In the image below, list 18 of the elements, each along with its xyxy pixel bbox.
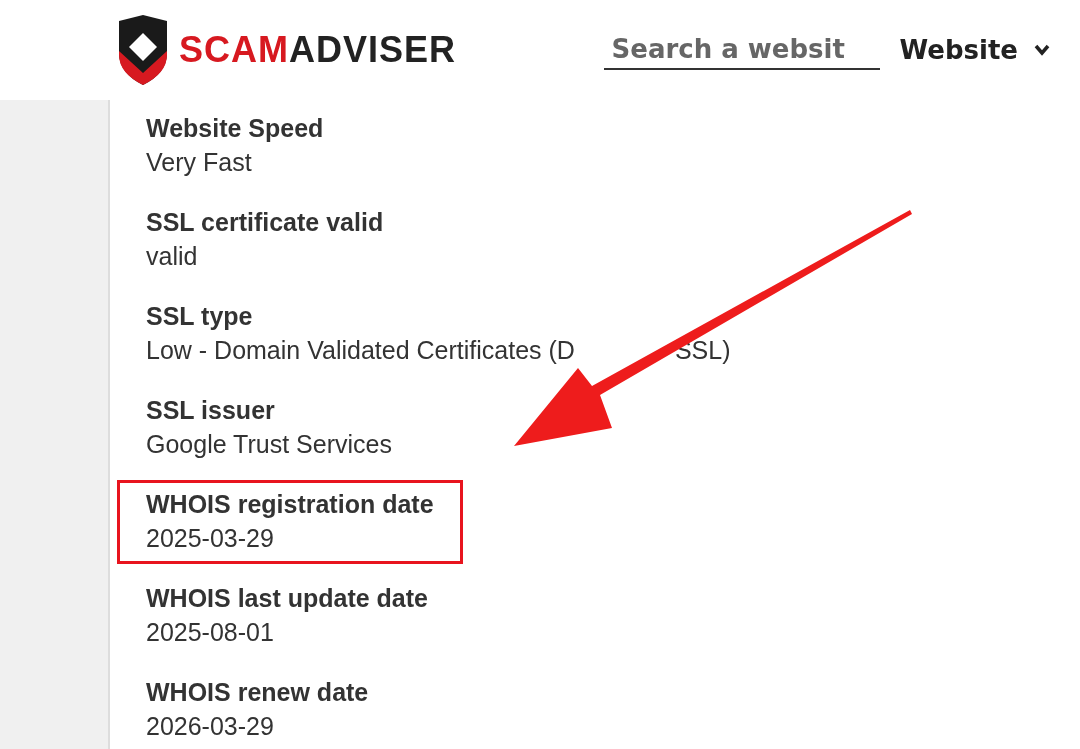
detail-label: SSL issuer (146, 395, 276, 426)
logo-text: SCAM (179, 29, 289, 71)
detail-label: WHOIS last update date (146, 583, 428, 614)
detail-label: Website Speed (146, 113, 324, 144)
detail-value: Google Trust Services (146, 429, 392, 460)
detail-value: 2025-03-29 (146, 523, 274, 554)
detail-value: Low - Domain Validated Certificates (D (146, 335, 575, 366)
detail-label: SSL type (146, 301, 254, 332)
website-dropdown[interactable]: Website (899, 35, 1050, 65)
detail-value: 2026-03-29 (146, 711, 274, 742)
logo-text: ADVISER (289, 29, 457, 71)
detail-value: valid (146, 241, 198, 272)
detail-label: SSL certificate valid (146, 207, 384, 238)
detail-value: Very Fast (146, 147, 252, 178)
detail-value: 2025-08-01 (146, 617, 274, 648)
chevron-down-icon (1034, 44, 1050, 56)
detail-label: WHOIS registration date (146, 489, 434, 520)
detail-label: WHOIS renew date (146, 677, 369, 708)
